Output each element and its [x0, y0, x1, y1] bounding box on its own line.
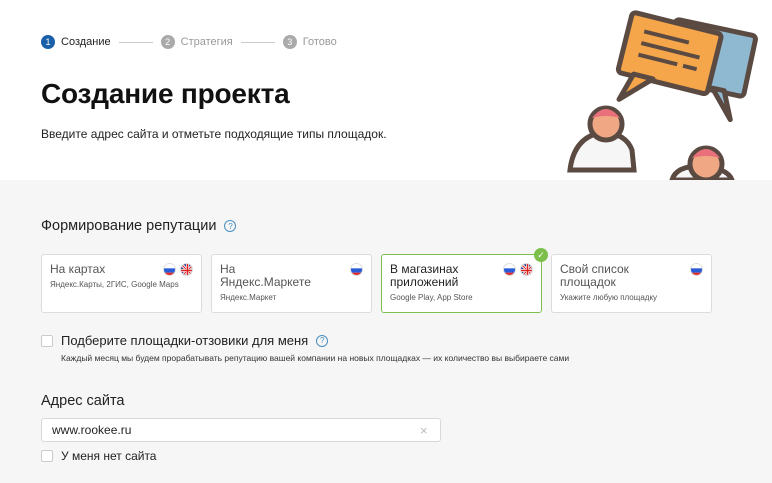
pick-platforms-label[interactable]: Подберите площадки-отзовики для меня	[61, 333, 308, 348]
page-subtitle: Введите адрес сайта и отметьте подходящи…	[41, 127, 387, 141]
card-title: В магазинах приложений	[390, 262, 459, 289]
card-subtitle: Укажите любую площадку	[560, 293, 658, 302]
step-strategy: 2 Стратегия	[160, 35, 233, 49]
card-subtitle: Яндекс.Маркет	[220, 293, 277, 302]
card-market[interactable]: На Яндекс.Маркете Яндекс.Маркет	[211, 254, 372, 313]
page-title: Создание проекта	[41, 78, 290, 109]
step-divider	[240, 41, 275, 43]
uk-flag-icon	[520, 263, 533, 276]
ru-flag-icon	[690, 263, 703, 276]
no-site-row: У меня нет сайта	[41, 449, 156, 463]
ru-flag-icon	[163, 263, 176, 276]
step-create: 1 Создание	[41, 35, 111, 49]
address-title: Адрес сайта	[41, 393, 125, 409]
step-divider	[118, 41, 153, 43]
card-subtitle: Яндекс.Карты, 2ГИС, Google Maps	[50, 280, 179, 289]
step-label: Готово	[302, 36, 337, 48]
selected-check-icon: ✓	[534, 248, 548, 262]
step-number: 1	[41, 35, 55, 49]
card-maps[interactable]: На картах Яндекс.Карты, 2ГИС, Google Map…	[41, 254, 202, 313]
ru-flag-icon	[503, 263, 516, 276]
card-app-stores[interactable]: В магазинах приложений Google Play, App …	[381, 248, 548, 313]
uk-flag-icon	[180, 263, 193, 276]
card-flags	[690, 263, 703, 276]
reputation-title-text: Формирование репутации	[41, 218, 217, 234]
card-subtitle: Google Play, App Store	[390, 293, 473, 302]
help-icon[interactable]: ?	[316, 334, 329, 347]
ru-flag-icon	[350, 263, 363, 276]
reputation-title: Формирование репутации ?	[41, 218, 237, 234]
card-title: На Яндекс.Маркете	[220, 262, 311, 289]
chat-people-illustration	[560, 0, 772, 180]
step-number: 2	[160, 35, 175, 49]
website-address-input[interactable]	[41, 418, 441, 442]
pick-platforms-checkbox[interactable]	[41, 334, 53, 347]
platform-cards: На картах Яндекс.Карты, 2ГИС, Google Map…	[41, 248, 712, 313]
no-site-label[interactable]: У меня нет сайта	[61, 449, 156, 463]
card-title: Свой список площадок	[560, 262, 629, 289]
card-custom-list[interactable]: Свой список площадок Укажите любую площа…	[551, 254, 712, 313]
pick-platforms-row: Подберите площадки-отзовики для меня ?	[41, 333, 329, 348]
card-title: На картах	[50, 262, 106, 276]
no-site-checkbox[interactable]	[41, 450, 53, 462]
step-done: 3 Готово	[282, 35, 337, 49]
help-icon[interactable]: ?	[224, 220, 237, 232]
card-flags	[350, 263, 363, 276]
step-number: 3	[282, 35, 297, 49]
card-flags	[163, 263, 193, 276]
stepper: 1 Создание 2 Стратегия 3 Готово	[41, 35, 337, 49]
step-label: Создание	[61, 36, 111, 48]
clear-icon[interactable]: ×	[420, 423, 428, 438]
step-label: Стратегия	[180, 36, 233, 48]
card-flags	[503, 263, 533, 276]
pick-platforms-note: Каждый месяц мы будем прорабатывать репу…	[61, 353, 570, 363]
